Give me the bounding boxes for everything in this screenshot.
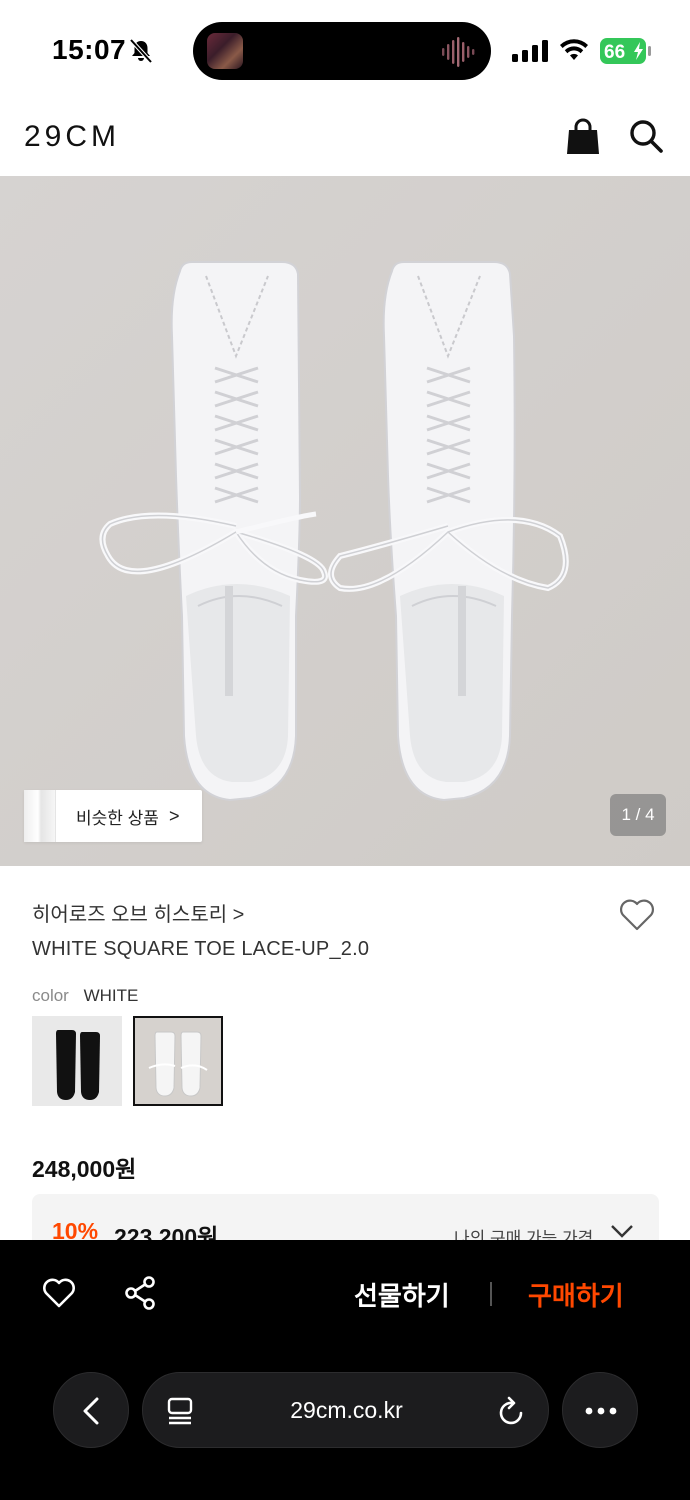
original-price: 248,000원	[32, 1156, 137, 1182]
dynamic-island[interactable]	[193, 22, 491, 80]
back-icon	[83, 1397, 99, 1425]
now-playing-artwork	[207, 33, 243, 69]
reload-icon[interactable]	[498, 1396, 526, 1426]
buy-button[interactable]: 구매하기	[528, 1276, 624, 1313]
app-header: 29CM	[0, 100, 690, 176]
address-bar[interactable]: 29cm.co.kr	[142, 1372, 549, 1448]
similar-products-label: 비슷한 상품	[76, 808, 159, 828]
product-name: WHITE SQUARE TOE LACE-UP_2.0	[32, 938, 370, 960]
battery-level: 66	[604, 42, 625, 63]
chevron-down-icon	[611, 1225, 633, 1238]
like-heart-icon[interactable]	[42, 1278, 76, 1308]
brand-link[interactable]: 히어로즈 오브 히스토리 >	[32, 898, 244, 927]
status-bar: 15:07 66	[0, 0, 690, 100]
signal-icon	[512, 40, 548, 62]
color-swatch-white[interactable]	[133, 1016, 223, 1106]
audio-waveform-icon	[442, 37, 475, 67]
browser-more-button[interactable]	[562, 1372, 638, 1448]
white-shoe-thumbnail	[135, 1018, 221, 1104]
wifi-icon	[560, 39, 588, 60]
chevron-right-icon: >	[168, 805, 180, 826]
color-label: color	[32, 986, 69, 1005]
similar-products-button[interactable]: 비슷한 상품 >	[24, 790, 202, 842]
url-text: 29cm.co.kr	[290, 1397, 403, 1423]
more-icon	[585, 1407, 617, 1415]
similar-products-thumbnail	[24, 790, 56, 842]
brand-logo[interactable]: 29CM	[24, 120, 120, 154]
bottom-action-bar: 선물하기 구매하기 29cm.co.kr	[0, 1240, 690, 1500]
status-time: 15:07	[52, 34, 127, 65]
search-icon[interactable]	[628, 118, 664, 154]
image-page-counter: 1 / 4	[610, 794, 666, 836]
bell-slash-icon	[129, 38, 153, 64]
color-option-row: color WHITE	[32, 986, 138, 1006]
divider	[490, 1282, 492, 1306]
wishlist-heart-icon[interactable]	[618, 898, 656, 932]
battery-icon: 66	[600, 38, 651, 64]
black-shoe-thumbnail	[32, 1016, 122, 1106]
share-icon[interactable]	[124, 1276, 156, 1310]
cart-icon[interactable]	[566, 118, 600, 156]
color-swatch-black[interactable]	[32, 1016, 122, 1106]
gift-button[interactable]: 선물하기	[354, 1276, 450, 1313]
browser-back-button[interactable]	[53, 1372, 129, 1448]
product-photo	[0, 176, 690, 866]
color-value: WHITE	[83, 986, 139, 1005]
product-image-carousel[interactable]: 비슷한 상품 > 1 / 4	[0, 176, 690, 866]
